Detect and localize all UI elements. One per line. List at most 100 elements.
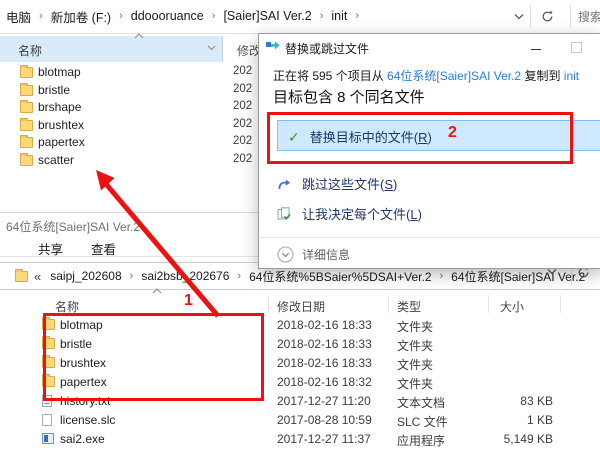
column-header-name[interactable]: 名称 (55, 298, 79, 315)
list-item[interactable]: blotmap 202 (0, 64, 258, 82)
option-label-suffix: ) (393, 177, 398, 192)
dialog-title: 替换或跳过文件 (285, 42, 370, 56)
breadcrumb-item[interactable]: 64位系统%5BSaier%5DSAI+Ver.2 (245, 268, 435, 285)
column-header-name[interactable]: 名称 (0, 33, 223, 62)
column-header-type[interactable]: 类型 (397, 298, 421, 315)
option-replace-files[interactable]: ✓ 替换目标中的文件(R) (288, 127, 432, 146)
copy-line-prefix: 正在将 595 个项目从 (273, 69, 388, 83)
option-label-suffix: ) (427, 130, 432, 145)
toolbar-divider (571, 266, 572, 286)
chevron-down-icon (514, 13, 524, 20)
table-row[interactable]: license.slc 2017-08-28 10:59 SLC 文件 1 KB (0, 411, 600, 430)
filter-chevron-icon[interactable] (207, 45, 216, 51)
option-access-key: S (384, 177, 394, 192)
toolbar-divider (530, 4, 531, 28)
breadcrumb-item[interactable]: 64位系统[Saier]SAI Ver.2 (447, 268, 589, 285)
folder-icon (20, 152, 33, 166)
folder-icon (20, 135, 33, 149)
option-label: 替换目标中的文件( (309, 130, 419, 145)
table-row[interactable]: history.txt 2017-12-27 11:20 文本文档 83 KB (0, 392, 600, 411)
file-icon (42, 433, 54, 444)
bottom-file-table: blotmap 2018-02-16 18:33 文件夹 bristle 201… (0, 316, 600, 452)
table-row[interactable]: brushtex 2018-02-16 18:33 文件夹 (0, 354, 600, 373)
column-divider (268, 295, 269, 313)
refresh-icon (541, 10, 554, 23)
bottom-window-title: 64位系统[Saier]SAI Ver.2 (6, 220, 141, 234)
file-icon (42, 317, 55, 330)
minimize-button[interactable] (531, 49, 541, 50)
breadcrumb-item[interactable]: saipj_202608 (46, 269, 125, 283)
breadcrumb-item[interactable]: [Saier]SAI Ver.2 (219, 9, 315, 23)
list-item[interactable]: papertex 202 (0, 134, 258, 152)
address-dropdown-button[interactable] (547, 268, 557, 275)
sort-ascending-icon (152, 288, 162, 294)
option-label: 跳过这些文件( (302, 177, 385, 192)
details-toggle[interactable]: 详细信息 (277, 246, 350, 263)
table-row[interactable]: blotmap 2018-02-16 18:33 文件夹 (0, 316, 600, 335)
search-box[interactable]: 搜索 (571, 0, 600, 32)
screen: 电脑 › 新加卷 (F:) › ddoooruance › [Saier]SAI… (0, 0, 600, 452)
option-replace-highlight[interactable]: ✓ 替换目标中的文件(R) (277, 120, 600, 151)
column-header-modified[interactable]: 修改日期 (277, 298, 325, 315)
copy-line-middle: 复制到 (521, 69, 564, 83)
close-button[interactable] (571, 42, 582, 53)
folder-icon (15, 268, 28, 282)
folder-icon (20, 65, 33, 78)
column-divider (560, 295, 561, 313)
conflict-message: 目标包含 8 个同名文件 (273, 89, 425, 106)
breadcrumb-separator: › (129, 270, 134, 282)
folder-icon (20, 82, 33, 96)
address-dropdown-button[interactable] (508, 0, 530, 32)
source-folder-link[interactable]: 64位系统[Saier]SAI Ver.2 (387, 69, 521, 83)
table-row[interactable]: sai2.exe 2017-12-27 11:37 应用程序 5,149 KB (0, 430, 600, 449)
breadcrumb-separator: › (39, 10, 43, 22)
breadcrumb-item[interactable]: 电脑 (2, 7, 35, 26)
search-label: 搜索 (578, 9, 600, 24)
folder-icon (20, 117, 33, 131)
breadcrumb-item[interactable]: 新加卷 (F:) (47, 7, 115, 26)
breadcrumb-item[interactable]: ddoooruance (127, 9, 208, 23)
list-item[interactable]: brushtex 202 (0, 117, 258, 135)
file-icon (42, 414, 52, 426)
skip-arrow-icon (277, 177, 292, 191)
top-file-list: blotmap 202 bristle 202 brshape 202 brus… (0, 64, 258, 170)
breadcrumb-separator: › (119, 10, 123, 22)
breadcrumb-item[interactable]: sai2bsb_202676 (137, 269, 233, 283)
column-header-size[interactable]: 大小 (500, 298, 524, 315)
list-item[interactable]: scatter 202 (0, 152, 258, 170)
copy-dialog-icon (266, 40, 281, 54)
dialog-divider (259, 237, 600, 238)
replace-files-dialog: 替换或跳过文件 正在将 595 个项目从 64位系统[Saier]SAI Ver… (258, 33, 600, 269)
breadcrumb-separator: › (319, 10, 324, 22)
breadcrumb-overflow[interactable]: « (28, 269, 46, 284)
bottom-column-header: 名称 修改日期 类型 大小 (0, 288, 600, 316)
details-label: 详细信息 (302, 248, 351, 262)
list-item[interactable]: bristle 202 (0, 82, 258, 100)
option-label-suffix: ) (417, 207, 422, 222)
file-icon (42, 355, 55, 368)
chevron-down-circle-icon (277, 246, 294, 263)
option-access-key: L (410, 207, 418, 222)
column-header-label: 名称 (18, 44, 43, 58)
option-skip-files[interactable]: 跳过这些文件(S) (277, 174, 397, 193)
list-item[interactable]: brshape 202 (0, 99, 258, 117)
column-divider (388, 295, 389, 313)
breadcrumb-separator: › (211, 10, 216, 22)
table-row[interactable]: bristle 2018-02-16 18:33 文件夹 (0, 335, 600, 354)
folder-icon (20, 100, 33, 114)
destination-folder-link[interactable]: init (564, 69, 579, 83)
sort-ascending-icon (134, 33, 144, 39)
refresh-button[interactable] (534, 0, 560, 32)
check-icon: ✓ (288, 128, 300, 145)
breadcrumb-item[interactable]: init (327, 9, 351, 23)
table-row[interactable]: papertex 2018-02-16 18:32 文件夹 (0, 373, 600, 392)
file-icon (42, 374, 55, 387)
breadcrumb: 电脑 › 新加卷 (F:) › ddoooruance › [Saier]SAI… (2, 0, 363, 32)
file-icon (42, 395, 52, 407)
breadcrumb-separator: › (439, 270, 444, 282)
option-label: 让我决定每个文件( (302, 207, 411, 222)
dialog-title-bar[interactable]: 替换或跳过文件 (259, 34, 600, 60)
copy-progress-line: 正在将 595 个项目从 64位系统[Saier]SAI Ver.2 复制到 i… (273, 67, 579, 84)
option-decide-each-file[interactable]: 让我决定每个文件(L) (277, 204, 422, 223)
column-divider (488, 295, 489, 313)
